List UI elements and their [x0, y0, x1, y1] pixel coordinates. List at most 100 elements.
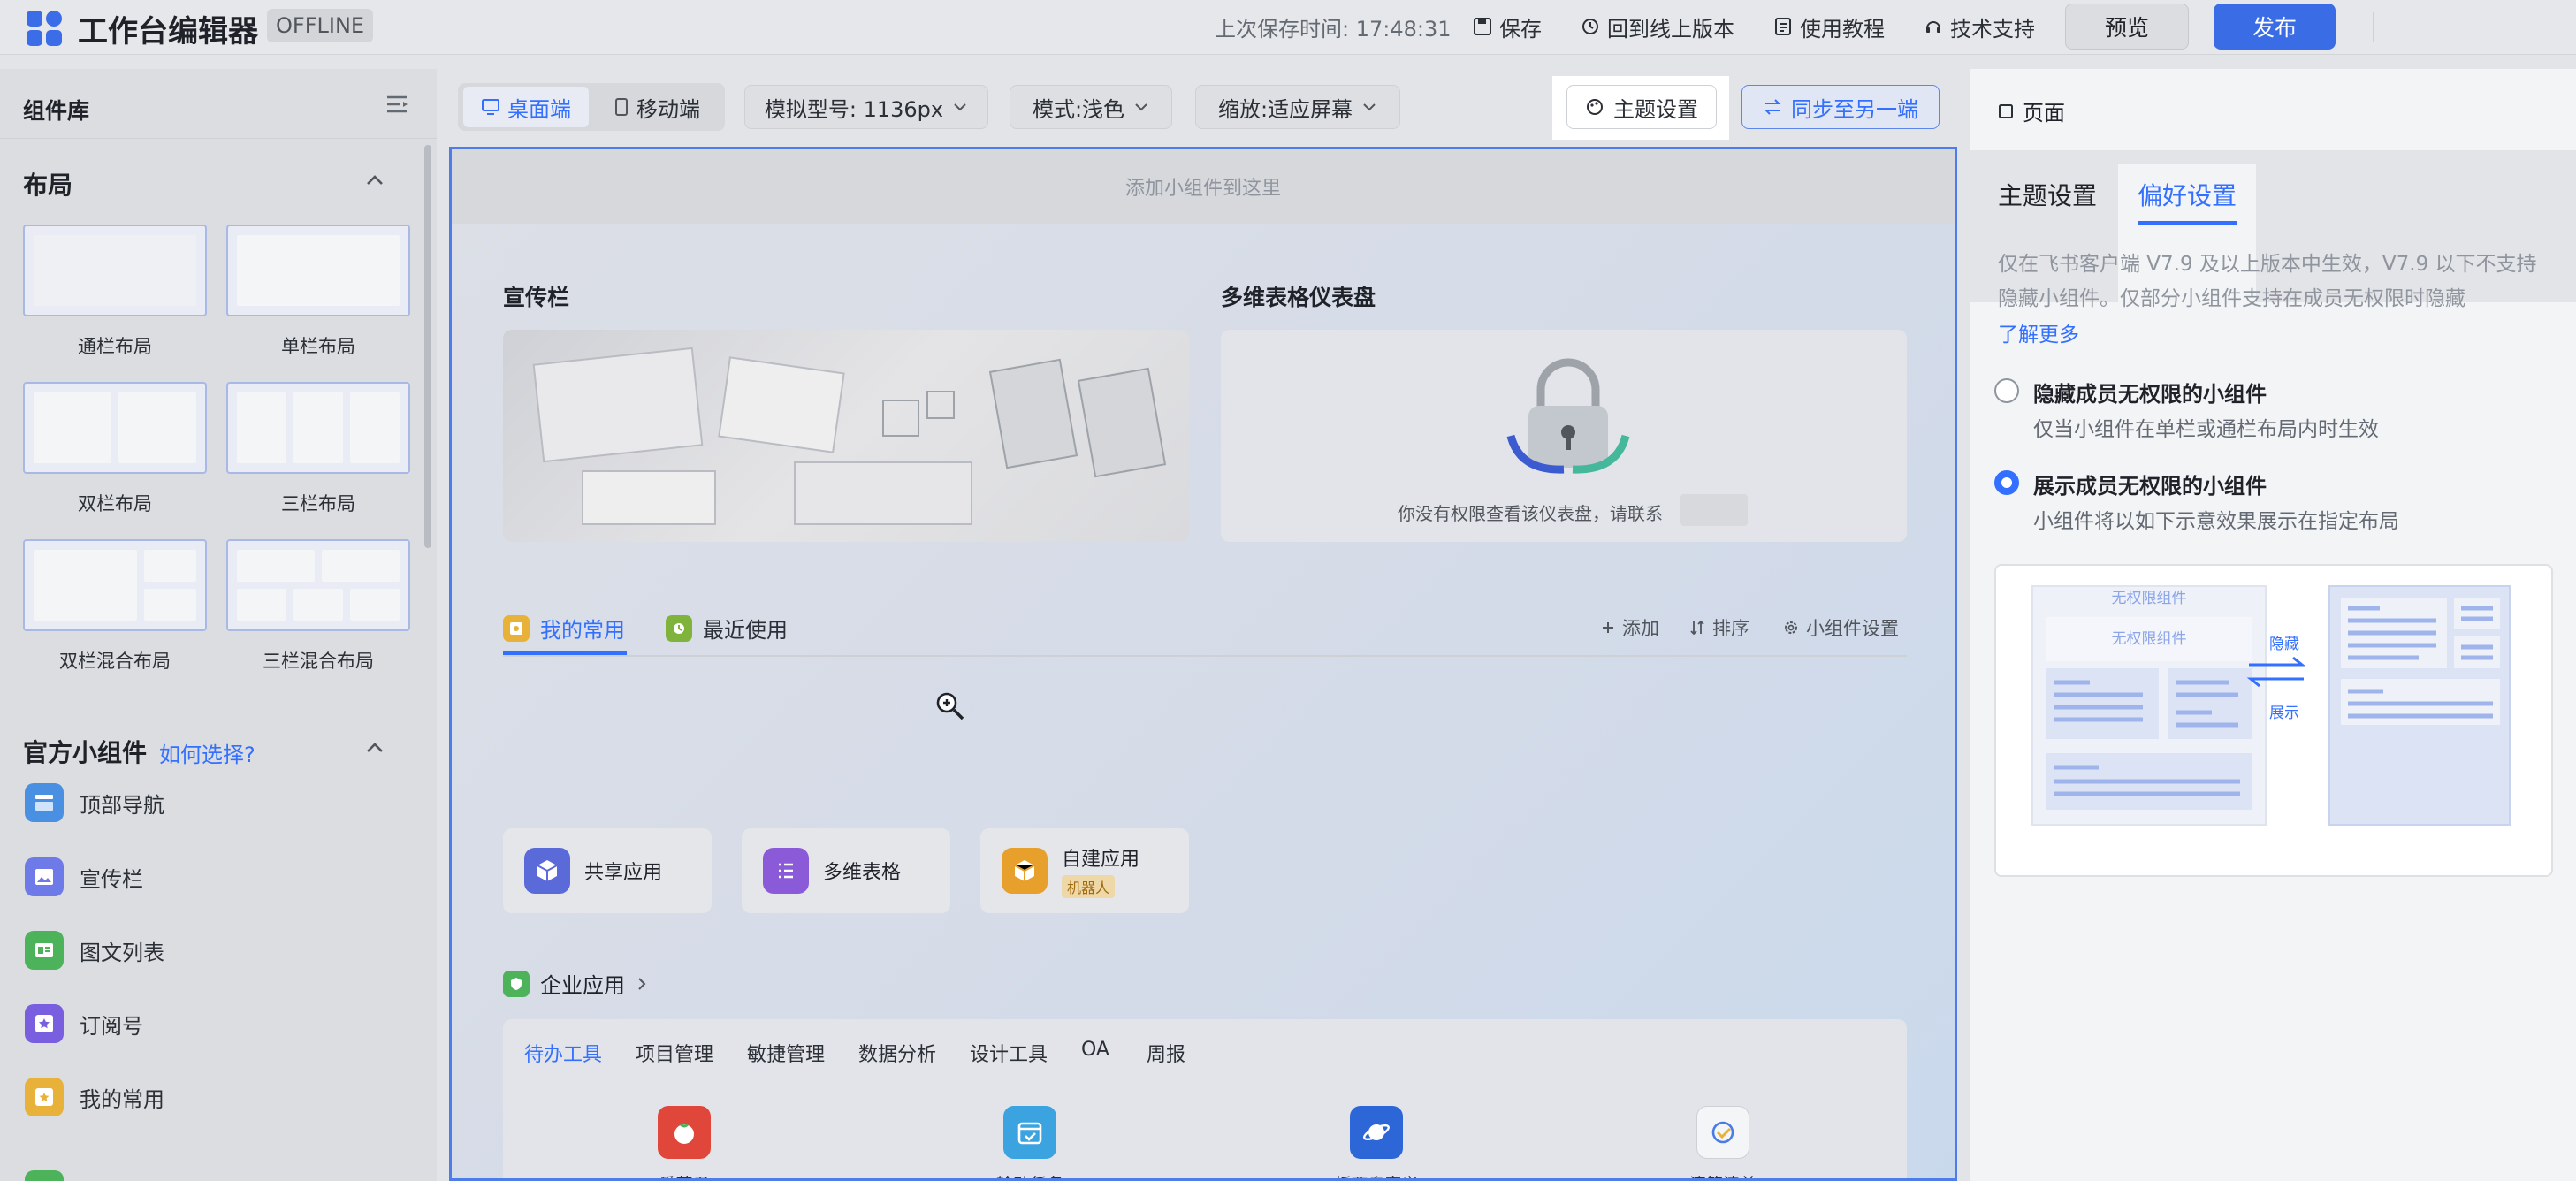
chevron-down-icon	[952, 99, 968, 115]
mobile-tab[interactable]: 移动端	[594, 87, 720, 127]
desktop-tab[interactable]: 桌面端	[463, 87, 589, 127]
tool-item[interactable]: 滴答清单	[1661, 1106, 1785, 1178]
tab-theme-settings[interactable]: 主题设置	[1998, 177, 2097, 212]
chevron-right-icon	[636, 976, 648, 992]
dashboard-title: 多维表格仪表盘	[1221, 285, 1376, 310]
learn-more-link[interactable]: 了解更多	[1998, 317, 2079, 347]
headset-icon	[1924, 17, 1943, 36]
sort-icon	[1689, 620, 1705, 636]
enterprise-tab[interactable]: 设计工具	[970, 1039, 1048, 1067]
add-button[interactable]: 添加	[1601, 614, 1659, 641]
save-button[interactable]: 保存	[1473, 11, 1542, 42]
gear-icon	[1783, 620, 1799, 636]
tutorial-button[interactable]: 使用教程	[1773, 11, 1885, 42]
app-card-custom[interactable]: 自建应用 机器人	[980, 828, 1189, 913]
layout-card-single[interactable]	[226, 225, 410, 316]
favorite-icon	[503, 614, 530, 642]
layout-card-double[interactable]	[23, 382, 207, 474]
app-tag: 机器人	[1062, 875, 1116, 898]
app-card-shared[interactable]: 共享应用	[503, 828, 712, 913]
layout-card-triple[interactable]	[226, 382, 410, 474]
chevron-up-icon[interactable]	[362, 735, 387, 760]
app-name: 自建应用	[1062, 849, 1140, 871]
widget-item-image-list[interactable]: 图文列表	[25, 931, 164, 970]
plus-icon	[1601, 621, 1615, 635]
radio-show-unauthorized[interactable]	[1994, 470, 2019, 495]
zoom-select[interactable]: 缩放:适应屏幕	[1195, 85, 1400, 129]
official-widgets-title: 官方小组件	[23, 738, 148, 767]
swap-arrows-icon	[2246, 656, 2306, 688]
layout-label: 通栏布局	[78, 336, 152, 357]
model-select[interactable]: 模拟型号: 1136px	[744, 85, 988, 129]
editor-canvas[interactable]: 页面 添加小组件到这里 宣传栏 多维表格仪表盘 你没有权限查看该仪	[449, 147, 1957, 1181]
layout-card-triple-mixed[interactable]	[226, 539, 410, 631]
left-panel-scrollbar[interactable]	[424, 145, 431, 548]
banner-image[interactable]	[503, 330, 1189, 542]
enterprise-tab[interactable]: 待办工具	[524, 1039, 602, 1067]
layout-section-title: 布局	[23, 171, 73, 200]
tab-recent[interactable]: 最近使用	[666, 613, 788, 644]
enterprise-tab[interactable]: 敏捷管理	[747, 1039, 825, 1067]
panel-header-label: 页面	[2023, 101, 2065, 126]
revert-online-button[interactable]: 回到线上版本	[1581, 11, 1734, 42]
calendar-check-icon	[1003, 1106, 1056, 1159]
star-icon	[25, 1004, 64, 1043]
redacted-contact	[1680, 494, 1748, 526]
publish-button[interactable]: 发布	[2214, 4, 2336, 50]
mode-select[interactable]: 模式:浅色	[1010, 85, 1172, 129]
layout-card-full[interactable]	[23, 225, 207, 316]
widget-label: 宣传栏	[80, 866, 143, 892]
chevron-down-icon	[1361, 99, 1377, 115]
widget-item-favorites[interactable]: 我的常用	[25, 1078, 164, 1116]
no-permission-text: 你没有权限查看该仪表盘，请联系	[1398, 503, 1663, 524]
tool-item[interactable]: 板栗自定义	[1315, 1106, 1438, 1178]
canvas-toolbar: 桌面端 移动端 模拟型号: 1136px 模式:浅色 缩放:适应屏幕 主题设置 …	[449, 69, 1957, 149]
enterprise-apps-header[interactable]: 企业应用	[503, 968, 648, 999]
tool-label: 番茄君	[659, 1171, 709, 1178]
theme-settings-button[interactable]: 主题设置	[1566, 85, 1717, 129]
banner-title: 宣传栏	[503, 285, 570, 310]
tool-item[interactable]: 轮动任务	[968, 1106, 1092, 1178]
widget-settings-button[interactable]: 小组件设置	[1783, 614, 1899, 641]
tab-preferences[interactable]: 偏好设置	[2138, 177, 2237, 212]
component-library-title: 组件库	[23, 98, 90, 124]
preview-button[interactable]: 预览	[2065, 4, 2189, 50]
layout-label: 单栏布局	[281, 336, 355, 357]
widget-label: 图文列表	[80, 940, 164, 965]
page-square-icon	[1998, 103, 2014, 119]
topbar-divider	[2373, 12, 2374, 42]
layout-card-double-mixed[interactable]	[23, 539, 207, 631]
active-tab-indicator	[2138, 221, 2237, 225]
enterprise-tab[interactable]: OA	[1081, 1039, 1109, 1061]
cube-icon	[524, 848, 570, 894]
tool-item[interactable]: 番茄君	[622, 1106, 746, 1178]
mode-label: 模式:浅色	[1032, 96, 1125, 122]
top-bar: 工作台编辑器 OFFLINE 上次保存时间: 17:48:31 保存 回到线上版…	[0, 0, 2576, 55]
monitor-icon	[481, 97, 500, 117]
enterprise-tab[interactable]: 项目管理	[636, 1039, 713, 1067]
clock-icon	[666, 614, 692, 642]
widget-item-subscription[interactable]: 订阅号	[25, 1004, 143, 1043]
tool-label: 滴答清单	[1689, 1171, 1757, 1178]
properties-panel: 页面 主题设置 偏好设置 仅在飞书客户端 V7.9 及以上版本中生效，V7.9 …	[1970, 69, 2576, 1181]
chevron-up-icon[interactable]	[362, 168, 387, 193]
sort-button[interactable]: 排序	[1689, 614, 1749, 641]
support-button[interactable]: 技术支持	[1924, 11, 2035, 42]
sync-other-end-button[interactable]: 同步至另一端	[1741, 85, 1940, 129]
how-to-choose-link[interactable]: 如何选择?	[159, 737, 255, 768]
radio-hide-unauthorized[interactable]	[1994, 378, 2019, 403]
tab-my-common[interactable]: 我的常用	[503, 613, 625, 644]
option-hide-title: 隐藏成员无权限的小组件	[2033, 382, 2267, 407]
enterprise-tab[interactable]: 数据分析	[858, 1039, 936, 1067]
drop-zone[interactable]: 添加小组件到这里	[452, 149, 1955, 224]
enterprise-tab[interactable]: 周报	[1147, 1039, 1185, 1067]
document-icon	[1773, 17, 1793, 36]
widget-item-top-nav[interactable]: 顶部导航	[25, 783, 164, 822]
tool-label: 轮动任务	[996, 1171, 1063, 1178]
widget-item-banner[interactable]: 宣传栏	[25, 857, 143, 896]
widget-label: 我的常用	[80, 1086, 164, 1112]
app-card-bitable[interactable]: 多维表格	[742, 828, 950, 913]
enterprise-apps-title: 企业应用	[540, 973, 625, 998]
collapse-panel-icon[interactable]	[385, 94, 410, 117]
tab-recent-label: 最近使用	[703, 618, 788, 643]
